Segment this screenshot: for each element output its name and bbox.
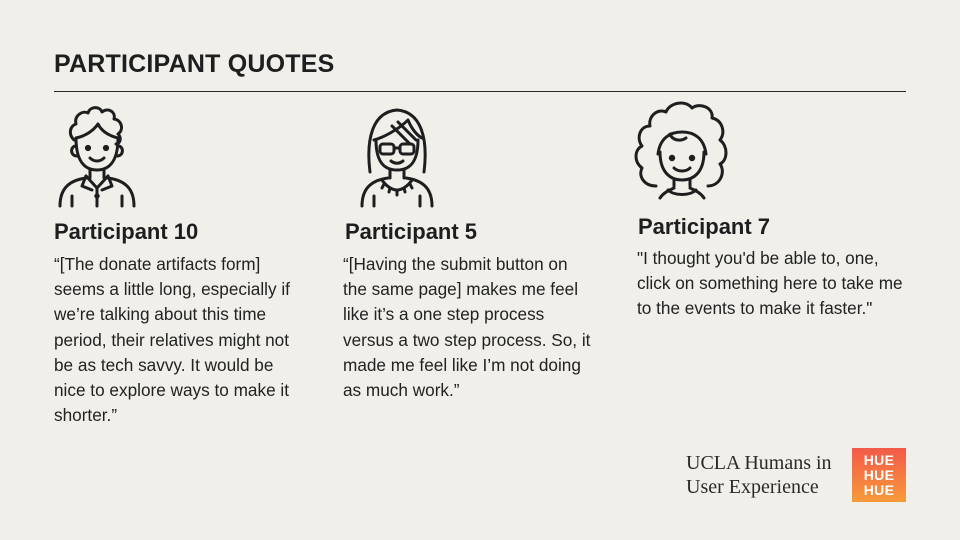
woman-with-glasses-icon bbox=[352, 100, 442, 208]
logo-text-line: HUE bbox=[863, 466, 895, 483]
logo-text-line: HUE bbox=[863, 451, 895, 468]
brand-name: UCLA Humans in User Experience bbox=[686, 451, 832, 499]
participant-name: Participant 5 bbox=[345, 219, 478, 244]
brand-line-1: UCLA Humans in bbox=[686, 452, 832, 474]
participant-quote: “[Having the submit button on the same p… bbox=[343, 254, 591, 401]
logo-text-line: HUE bbox=[863, 481, 895, 498]
slide-title: PARTICIPANT QUOTES bbox=[54, 50, 335, 78]
brand-line-2: User Experience bbox=[686, 476, 819, 498]
participant-name: Participant 10 bbox=[54, 219, 199, 244]
participant-quote: "I thought you'd be able to, one, click … bbox=[637, 248, 903, 319]
curly-hair-person-icon bbox=[630, 98, 734, 204]
title-divider bbox=[54, 91, 906, 92]
curly-boy-collared-shirt-icon bbox=[52, 100, 142, 208]
participant-name: Participant 7 bbox=[638, 214, 771, 239]
hue-logo: HUE HUE HUE bbox=[852, 448, 906, 502]
participant-quote: “[The donate artifacts form] seems a lit… bbox=[54, 254, 290, 426]
